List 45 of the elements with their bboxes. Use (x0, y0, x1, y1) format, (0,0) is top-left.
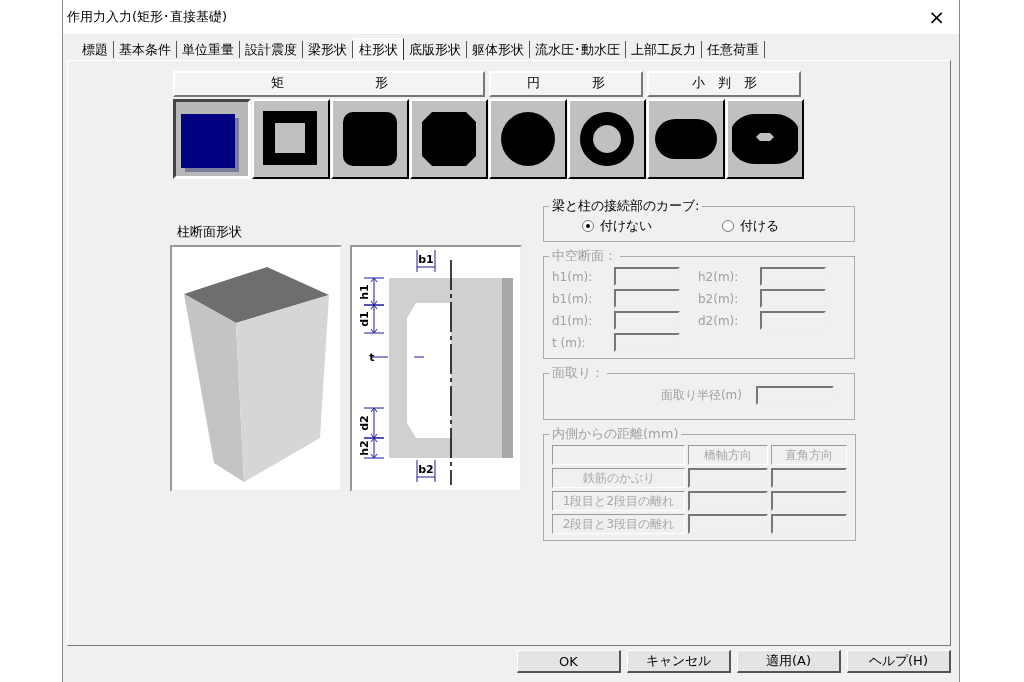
dimension-label: h1 (358, 284, 371, 300)
dimension-label: d2 (358, 415, 371, 431)
row-header: 1段目と2段目の離れ (552, 491, 685, 511)
dimension-marker (416, 459, 436, 483)
dimension-label: b1 (418, 253, 434, 266)
window-title: 作用力入力(矩形･直接基礎) (67, 8, 228, 26)
field-label: t (m): (552, 335, 587, 350)
dimension-label: d1 (358, 311, 371, 327)
field-label: b2(m): (698, 291, 740, 306)
dimension-marker (371, 356, 425, 358)
radio-label: 付けない (600, 217, 652, 235)
field-label: 面取り半径(m) (660, 387, 742, 404)
dimension-marker (416, 249, 436, 273)
column-header: 橋軸方向 (688, 445, 768, 465)
column-header: 直角方向 (771, 445, 847, 465)
radio-option[interactable]: 付ける (722, 217, 779, 235)
radio-label: 付ける (740, 217, 779, 235)
group-title: 中空断面： (551, 247, 618, 265)
field-label: d2(m): (698, 313, 740, 328)
field-label: h1(m): (552, 269, 594, 284)
close-button[interactable]: × (914, 5, 959, 29)
radio-option[interactable]: 付けない (582, 217, 652, 235)
dialog-button[interactable]: キャンセル (627, 650, 731, 673)
dimension-label: b2 (418, 463, 434, 476)
group-title: 面取り： (551, 364, 605, 382)
shape-button[interactable] (173, 99, 251, 179)
group-title: 内側からの距離(mm) (551, 425, 680, 443)
section-label: 柱断面形状 (177, 223, 243, 241)
field-label: h2(m): (698, 269, 740, 284)
row-header: 鉄筋のかぶり (552, 468, 685, 488)
field-label: b1(m): (552, 291, 594, 306)
row-header: 2段目と3段目の離れ (552, 514, 685, 534)
dialog-button[interactable]: ヘルプ(H) (847, 650, 951, 673)
dialog-button[interactable]: 適用(A) (737, 650, 841, 673)
group-title: 梁と柱の接続部のカーブ: (551, 197, 701, 215)
radio-button[interactable] (722, 220, 734, 232)
dialog-button[interactable]: OK (517, 650, 621, 673)
radio-button[interactable] (582, 220, 594, 232)
shape-group-header: 矩 形 (173, 71, 485, 97)
dimension-label: h2 (358, 440, 371, 456)
field-label: d1(m): (552, 313, 594, 328)
tab[interactable]: 柱形状 (353, 38, 404, 60)
shape-group-header: 円 形 (489, 71, 643, 97)
dimension-label: t (369, 351, 375, 364)
shape-group-header: 小 判 形 (647, 71, 801, 97)
